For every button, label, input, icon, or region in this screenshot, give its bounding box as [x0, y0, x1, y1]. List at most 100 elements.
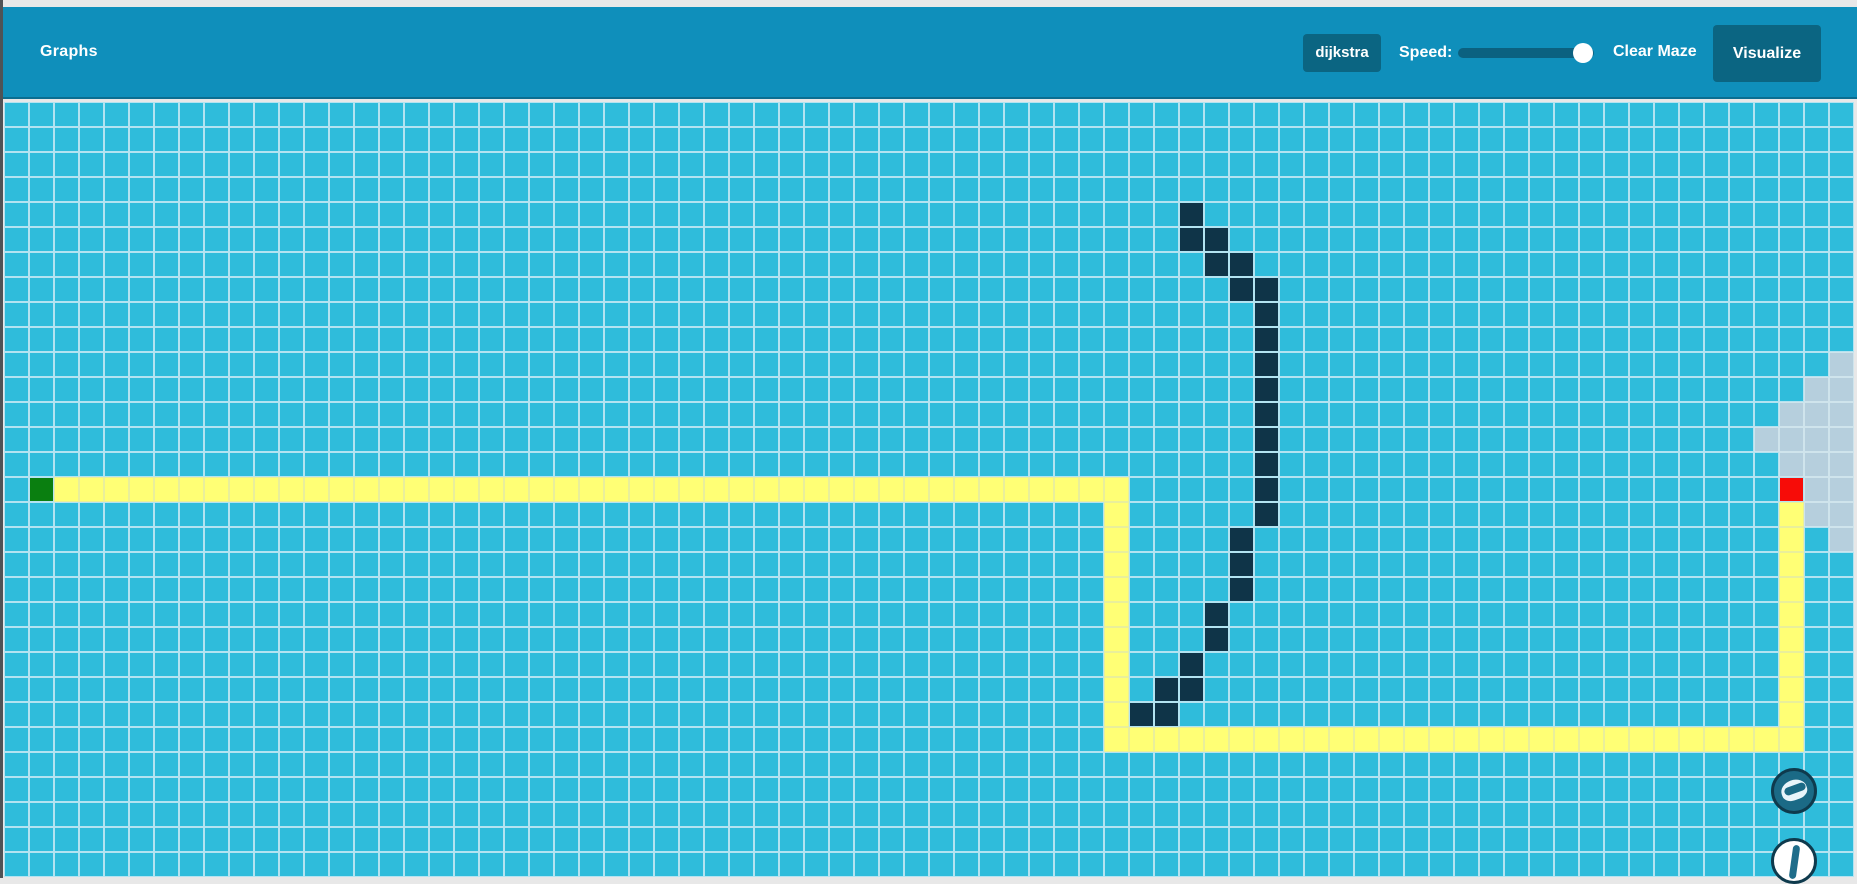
grid-cell[interactable] — [1504, 477, 1529, 502]
grid-cell[interactable] — [1154, 802, 1179, 827]
grid-cell[interactable] — [654, 727, 679, 752]
grid-cell[interactable] — [704, 327, 729, 352]
grid-cell[interactable] — [804, 327, 829, 352]
grid-cell[interactable] — [204, 102, 229, 127]
grid-cell[interactable] — [104, 627, 129, 652]
grid-cell[interactable] — [854, 152, 879, 177]
grid-cell[interactable] — [54, 502, 79, 527]
grid-cell[interactable] — [1354, 302, 1379, 327]
grid-cell[interactable] — [754, 852, 779, 877]
grid-cell[interactable] — [29, 327, 54, 352]
grid-cell[interactable] — [29, 852, 54, 877]
grid-cell[interactable] — [479, 727, 504, 752]
grid-cell[interactable] — [929, 802, 954, 827]
grid-cell[interactable] — [854, 852, 879, 877]
grid-cell[interactable] — [4, 302, 29, 327]
grid-cell[interactable] — [504, 127, 529, 152]
grid-cell[interactable] — [1754, 327, 1779, 352]
grid-cell[interactable] — [1804, 227, 1829, 252]
grid-cell[interactable] — [29, 252, 54, 277]
grid-cell[interactable] — [604, 602, 629, 627]
grid-cell[interactable] — [654, 577, 679, 602]
grid-cell[interactable] — [829, 602, 854, 627]
grid-cell[interactable] — [1029, 552, 1054, 577]
grid-cell[interactable] — [554, 152, 579, 177]
grid-cell[interactable] — [1604, 352, 1629, 377]
grid-cell[interactable] — [254, 202, 279, 227]
grid-cell[interactable] — [1704, 652, 1729, 677]
grid-cell[interactable] — [954, 602, 979, 627]
grid-cell[interactable] — [1429, 377, 1454, 402]
grid-cell[interactable] — [579, 727, 604, 752]
grid-cell[interactable] — [754, 652, 779, 677]
grid-cell[interactable] — [504, 527, 529, 552]
grid-cell[interactable] — [904, 777, 929, 802]
speed-slider[interactable] — [1458, 43, 1594, 63]
grid-cell[interactable] — [1704, 377, 1729, 402]
grid-cell[interactable] — [1754, 502, 1779, 527]
grid-cell[interactable] — [1554, 102, 1579, 127]
grid-cell[interactable] — [154, 402, 179, 427]
grid-cell[interactable] — [1804, 602, 1829, 627]
grid-cell[interactable] — [979, 852, 1004, 877]
grid-cell[interactable] — [1829, 827, 1854, 852]
grid-cell[interactable] — [1379, 277, 1404, 302]
grid-cell[interactable] — [1604, 577, 1629, 602]
grid-cell[interactable] — [1729, 702, 1754, 727]
grid-cell[interactable] — [604, 127, 629, 152]
grid-cell[interactable] — [1729, 402, 1754, 427]
grid-cell[interactable] — [779, 377, 804, 402]
grid-cell[interactable] — [229, 502, 254, 527]
grid-cell[interactable] — [1029, 152, 1054, 177]
grid-cell[interactable] — [604, 677, 629, 702]
grid-cell[interactable] — [704, 102, 729, 127]
grid-cell[interactable] — [29, 427, 54, 452]
grid-cell[interactable] — [1754, 102, 1779, 127]
grid-cell[interactable] — [1129, 327, 1154, 352]
grid-cell[interactable] — [504, 552, 529, 577]
grid-cell[interactable] — [829, 652, 854, 677]
grid-cell[interactable] — [804, 502, 829, 527]
grid-cell[interactable] — [829, 627, 854, 652]
path-cell[interactable] — [1579, 727, 1604, 752]
grid-cell[interactable] — [354, 552, 379, 577]
grid-cell[interactable] — [1204, 302, 1229, 327]
grid-cell[interactable] — [804, 352, 829, 377]
grid-cell[interactable] — [1729, 202, 1754, 227]
grid-cell[interactable] — [729, 727, 754, 752]
grid-cell[interactable] — [304, 802, 329, 827]
grid-cell[interactable] — [1154, 202, 1179, 227]
grid-cell[interactable] — [1229, 752, 1254, 777]
grid-cell[interactable] — [1404, 802, 1429, 827]
grid-cell[interactable] — [354, 377, 379, 402]
grid-cell[interactable] — [1679, 527, 1704, 552]
grid-cell[interactable] — [179, 502, 204, 527]
grid-cell[interactable] — [1579, 177, 1604, 202]
grid-cell[interactable] — [729, 402, 754, 427]
grid-cell[interactable] — [829, 227, 854, 252]
maze-grid[interactable] — [4, 102, 1854, 877]
grid-cell[interactable] — [179, 202, 204, 227]
grid-cell[interactable] — [1479, 127, 1504, 152]
grid-cell[interactable] — [79, 277, 104, 302]
grid-cell[interactable] — [1129, 127, 1154, 152]
grid-cell[interactable] — [1529, 527, 1554, 552]
grid-cell[interactable] — [904, 227, 929, 252]
grid-cell[interactable] — [1479, 652, 1504, 677]
grid-cell[interactable] — [1604, 452, 1629, 477]
grid-cell[interactable] — [1054, 427, 1079, 452]
grid-cell[interactable] — [1829, 152, 1854, 177]
grid-cell[interactable] — [404, 552, 429, 577]
grid-cell[interactable] — [854, 377, 879, 402]
grid-cell[interactable] — [1379, 177, 1404, 202]
grid-cell[interactable] — [4, 402, 29, 427]
grid-cell[interactable] — [1379, 577, 1404, 602]
grid-cell[interactable] — [1529, 377, 1554, 402]
grid-cell[interactable] — [79, 727, 104, 752]
grid-cell[interactable] — [54, 352, 79, 377]
grid-cell[interactable] — [1004, 102, 1029, 127]
path-cell[interactable] — [1054, 477, 1079, 502]
grid-cell[interactable] — [1454, 127, 1479, 152]
grid-cell[interactable] — [4, 352, 29, 377]
grid-cell[interactable] — [329, 102, 354, 127]
